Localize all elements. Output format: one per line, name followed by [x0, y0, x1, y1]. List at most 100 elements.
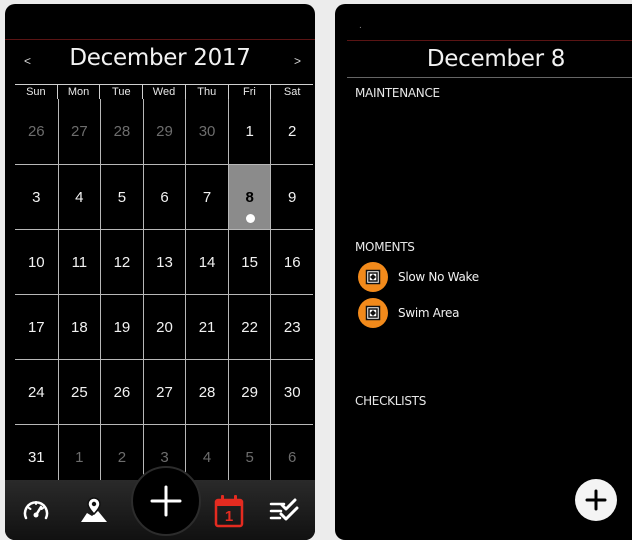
- day-number: 4: [75, 188, 84, 206]
- calendar-day[interactable]: 19: [100, 294, 143, 359]
- calendar-day[interactable]: 9: [270, 164, 313, 229]
- calendar-day[interactable]: 12: [100, 229, 143, 294]
- day-detail-screen: . December 8 MAINTENANCE MOMENTS Slow No…: [335, 4, 632, 540]
- day-number: 27: [156, 383, 173, 401]
- calendar-day[interactable]: 20: [142, 294, 186, 359]
- calendar-day[interactable]: 3: [15, 164, 58, 229]
- moment-item-swim-area[interactable]: Swim Area: [358, 297, 459, 329]
- calendar-day[interactable]: 30: [270, 359, 313, 424]
- day-number: 11: [71, 253, 88, 271]
- day-number: 2: [288, 123, 297, 140]
- gauge-icon[interactable]: [19, 494, 53, 528]
- day-number: 8: [245, 188, 254, 206]
- day-number: 23: [283, 318, 301, 336]
- day-number: 3: [32, 188, 41, 206]
- day-number: 31: [27, 448, 45, 466]
- day-number: 30: [198, 123, 216, 140]
- calendar-day[interactable]: 7: [185, 164, 228, 229]
- day-number: 7: [202, 188, 212, 206]
- plus-icon: [150, 485, 182, 517]
- next-month-button[interactable]: >: [294, 54, 301, 68]
- add-entry-button[interactable]: [575, 479, 617, 521]
- calendar-day[interactable]: 24: [15, 359, 58, 424]
- day-number: 5: [245, 448, 254, 466]
- day-number: 26: [113, 383, 131, 401]
- calendar-day[interactable]: 1: [227, 99, 271, 164]
- day-header: December 8: [347, 40, 632, 78]
- calendar-day[interactable]: 18: [57, 294, 101, 359]
- weekday-label: Mon: [56, 85, 100, 99]
- day-number: 9: [288, 188, 297, 206]
- calendar-day[interactable]: 23: [270, 294, 313, 359]
- day-number: 6: [288, 448, 297, 466]
- maintenance-section-label: MAINTENANCE: [355, 86, 440, 100]
- calendar-day[interactable]: 30: [185, 99, 228, 164]
- day-number: 29: [156, 123, 173, 140]
- moment-label: Swim Area: [398, 306, 460, 320]
- day-number: 13: [156, 253, 173, 271]
- calendar-grid: 26 27 28 29 30 1 2 3 4 5 6 7 8 9 10 11 12 13 14 15 16 17 18 19 2…: [15, 99, 313, 489]
- calendar-day[interactable]: 28: [185, 359, 228, 424]
- day-number: 1: [75, 448, 84, 466]
- add-button[interactable]: [131, 466, 201, 536]
- calendar-day[interactable]: 16: [270, 229, 313, 294]
- day-number: 27: [71, 123, 88, 140]
- day-number: 10: [27, 253, 45, 271]
- calendar-icon-day: 1: [224, 508, 234, 525]
- calendar-day[interactable]: 14: [185, 229, 228, 294]
- day-number: 25: [71, 383, 88, 401]
- calendar-day[interactable]: 4: [57, 164, 101, 229]
- calendar-day[interactable]: 27: [142, 359, 186, 424]
- calendar-day[interactable]: 21: [185, 294, 228, 359]
- calendar-day-selected[interactable]: 8: [227, 164, 271, 229]
- calendar-day[interactable]: 2: [270, 99, 313, 164]
- calendar-day[interactable]: 10: [15, 229, 58, 294]
- moment-item-slow-no-wake[interactable]: Slow No Wake: [358, 261, 479, 293]
- day-number: 24: [27, 383, 45, 401]
- calendar-day[interactable]: 15: [227, 229, 271, 294]
- day-number: 2: [117, 448, 127, 466]
- calendar-day[interactable]: 11: [57, 229, 101, 294]
- day-number: 16: [283, 253, 301, 271]
- tab-bar: 1: [5, 466, 315, 540]
- day-number: 1: [245, 123, 254, 140]
- day-number: 28: [198, 383, 216, 401]
- calendar-day[interactable]: 29: [227, 359, 271, 424]
- moment-icon: [358, 298, 388, 328]
- moment-label: Slow No Wake: [398, 270, 479, 284]
- day-number: 5: [117, 188, 127, 206]
- weekday-label: Wed: [142, 85, 185, 99]
- calendar-day[interactable]: 6: [142, 164, 186, 229]
- calendar-day[interactable]: 29: [142, 99, 186, 164]
- calendar-day[interactable]: 17: [15, 294, 58, 359]
- calendar-day[interactable]: 28: [100, 99, 143, 164]
- checklist-icon[interactable]: [267, 494, 301, 528]
- day-number: 19: [113, 318, 131, 336]
- calendar-screen: < December 2017 > Sun Mon Tue Wed Thu Fri Sat …: [5, 4, 315, 540]
- month-title: December 2017: [69, 45, 251, 71]
- weekday-label: Sat: [270, 85, 313, 99]
- calendar-day[interactable]: 25: [57, 359, 101, 424]
- calendar-day[interactable]: 22: [227, 294, 271, 359]
- checklists-section-label: CHECKLISTS: [355, 394, 427, 408]
- weekday-label: Tue: [99, 85, 142, 99]
- moment-icon: [358, 262, 388, 292]
- day-number: 3: [160, 448, 169, 466]
- calendar-day[interactable]: 26: [15, 99, 58, 164]
- calendar-day[interactable]: 27: [57, 99, 101, 164]
- day-number: 22: [241, 318, 258, 336]
- day-number: 21: [198, 318, 216, 336]
- status-dot: .: [359, 20, 362, 31]
- weekday-label: Sun: [26, 86, 46, 98]
- weekday-label: Thu: [184, 85, 228, 99]
- map-pin-icon[interactable]: [77, 494, 111, 528]
- calendar-day[interactable]: 13: [142, 229, 186, 294]
- day-number: 12: [113, 253, 131, 271]
- calendar-day[interactable]: 26: [100, 359, 143, 424]
- calendar-icon[interactable]: 1: [212, 494, 246, 528]
- moments-section-label: MOMENTS: [355, 240, 415, 254]
- day-number: 26: [27, 123, 45, 140]
- calendar-day[interactable]: 5: [100, 164, 143, 229]
- weekday-label: Fri: [227, 85, 271, 99]
- day-number: 17: [27, 318, 45, 336]
